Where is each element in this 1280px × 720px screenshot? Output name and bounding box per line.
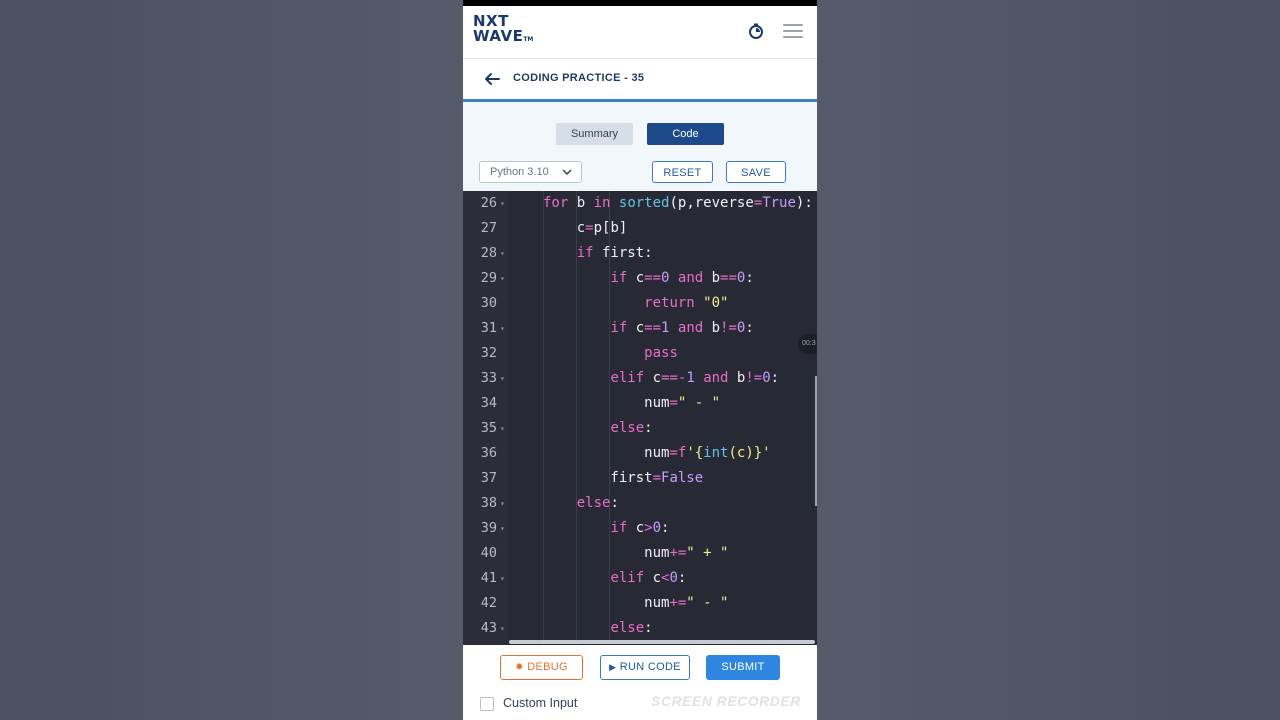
tab-summary[interactable]: Summary <box>556 123 633 145</box>
save-button[interactable]: SAVE <box>726 161 786 183</box>
top-bar: NXT WAVETM <box>463 6 817 59</box>
code-line: 26 ▾ for b in sorted(p,reverse=True): <box>480 195 813 211</box>
language-select[interactable]: Python 3.10 <box>479 161 582 183</box>
code-line: 29 ▾ if c==0 and b==0: <box>480 270 754 286</box>
reset-button[interactable]: RESET <box>652 161 713 183</box>
background-left <box>0 0 463 720</box>
code-line: 36 num=f'{int(c)}' <box>480 445 771 461</box>
debug-button[interactable]: ✹ DEBUG <box>500 655 583 680</box>
stopwatch-icon[interactable] <box>747 22 765 40</box>
run-code-button[interactable]: ▶ RUN CODE <box>600 655 690 680</box>
chevron-down-icon <box>562 169 572 176</box>
code-line: 37 first=False <box>480 470 704 486</box>
practice-header: CODING PRACTICE - 35 <box>463 59 817 102</box>
code-line: 38 ▾ else: <box>480 495 619 511</box>
bug-icon: ✹ <box>515 662 524 673</box>
custom-input-label: Custom Input <box>503 696 578 710</box>
code-line: 41 ▾ elif c<0: <box>480 570 687 586</box>
code-editor[interactable]: 26 ▾ for b in sorted(p,reverse=True): 27 c… <box>463 191 817 645</box>
vertical-scrollbar[interactable] <box>815 376 817 506</box>
code-line: 39 ▾ if c>0: <box>480 520 670 536</box>
hamburger-menu-icon[interactable] <box>783 24 803 38</box>
submit-button[interactable]: SUBMIT <box>706 655 780 680</box>
code-line: 33 ▾ elif c==-1 and b!=0: <box>480 370 780 386</box>
code-line: 43 ▾ else: <box>480 620 653 636</box>
page-title: CODING PRACTICE - 35 <box>513 72 645 84</box>
language-select-value: Python 3.10 <box>490 166 549 178</box>
nxtwave-logo[interactable]: NXT WAVETM <box>473 14 533 47</box>
horizontal-scrollbar[interactable] <box>509 640 815 644</box>
background-right <box>817 0 1280 720</box>
code-line: 31 ▾ if c==1 and b!=0: <box>480 320 754 336</box>
code-line: 34 num=" - " <box>480 395 721 411</box>
code-line: 32 pass <box>480 345 678 361</box>
screen-recorder-watermark: SCREEN RECORDER <box>651 693 801 709</box>
run-code-button-label: RUN CODE <box>619 661 681 673</box>
code-line: 42 num+=" - " <box>480 595 729 611</box>
play-icon: ▶ <box>609 662 617 672</box>
app-screen: NXT WAVETM CODING PRACTICE - 35 Summary … <box>463 0 817 720</box>
custom-input-checkbox[interactable] <box>480 697 494 711</box>
tab-code[interactable]: Code <box>647 123 724 145</box>
debug-button-label: DEBUG <box>527 661 568 673</box>
back-arrow-icon[interactable] <box>483 71 501 87</box>
code-line: 30 return "0" <box>480 295 729 311</box>
code-line: 28 ▾ if first: <box>480 245 653 261</box>
editor-controls: Summary Code Python 3.10 RESET SAVE <box>463 102 817 191</box>
code-line: 40 num+=" + " <box>480 545 729 561</box>
code-line: 35 ▾ else: <box>480 420 653 436</box>
code-line: 27 c=p[b] <box>480 220 628 236</box>
logo-tm: TM <box>523 36 534 43</box>
recording-timer-badge: 00:3 <box>798 334 817 354</box>
action-footer: ✹ DEBUG ▶ RUN CODE SUBMIT Custom Input S… <box>463 645 817 720</box>
logo-line-2: WAVE <box>473 27 524 45</box>
